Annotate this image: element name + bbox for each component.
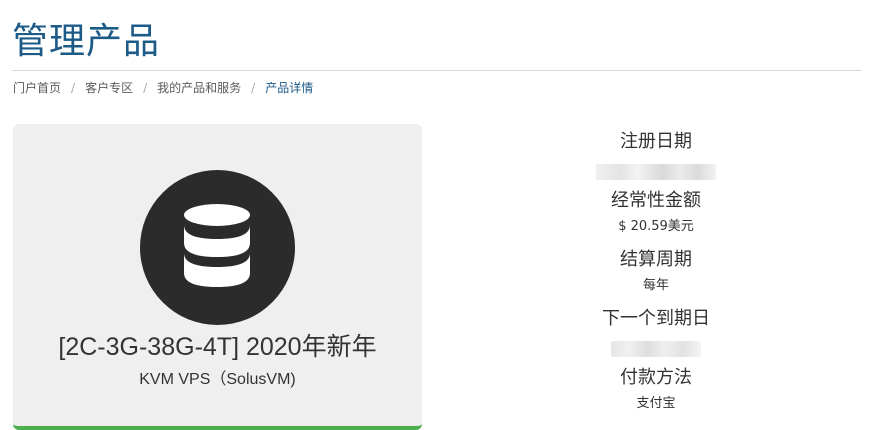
title-divider	[12, 70, 861, 71]
product-group: KVM VPS（SolusVM)	[139, 371, 296, 388]
breadcrumb-my-products[interactable]: 我的产品和服务	[157, 81, 241, 95]
breadcrumb-home[interactable]: 门户首页	[13, 81, 61, 95]
next-due-date-label: 下一个到期日	[602, 308, 710, 329]
product-name: [2C-3G-38G-4T] 2020年新年	[58, 333, 377, 361]
registration-date-label: 注册日期	[620, 131, 692, 152]
breadcrumb-separator: /	[251, 81, 256, 95]
breadcrumb-client-area[interactable]: 客户专区	[85, 81, 133, 95]
redacted-value	[596, 163, 716, 180]
billing-cycle-label: 结算周期	[620, 249, 692, 270]
payment-method-value: 支付宝	[636, 396, 676, 411]
breadcrumb-product-details: 产品详情	[265, 81, 314, 95]
product-details: 注册日期 经常性金额 $ 20.59美元 结算周期 每年 下一个到期日 付款方法…	[556, 128, 756, 423]
recurring-amount-value: $ 20.59美元	[618, 219, 694, 234]
payment-method-label: 付款方法	[620, 367, 692, 388]
recurring-amount-label: 经常性金额	[611, 190, 701, 211]
breadcrumb-separator: /	[143, 81, 148, 95]
breadcrumb: 门户首页 / 客户专区 / 我的产品和服务 / 产品详情	[13, 79, 313, 97]
product-summary-panel: [2C-3G-38G-4T] 2020年新年 KVM VPS（SolusVM)	[13, 124, 422, 430]
product-detail-page: 管理产品 门户首页 / 客户专区 / 我的产品和服务 / 产品详情 [2C-3G-38G-4…	[0, 0, 883, 430]
next-due-date-value	[556, 333, 756, 364]
billing-cycle-value: 每年	[642, 278, 669, 293]
breadcrumb-separator: /	[71, 81, 76, 95]
page-title: 管理产品	[12, 21, 161, 62]
redacted-value	[611, 340, 701, 357]
database-icon	[140, 170, 295, 325]
registration-date-value	[556, 156, 756, 187]
